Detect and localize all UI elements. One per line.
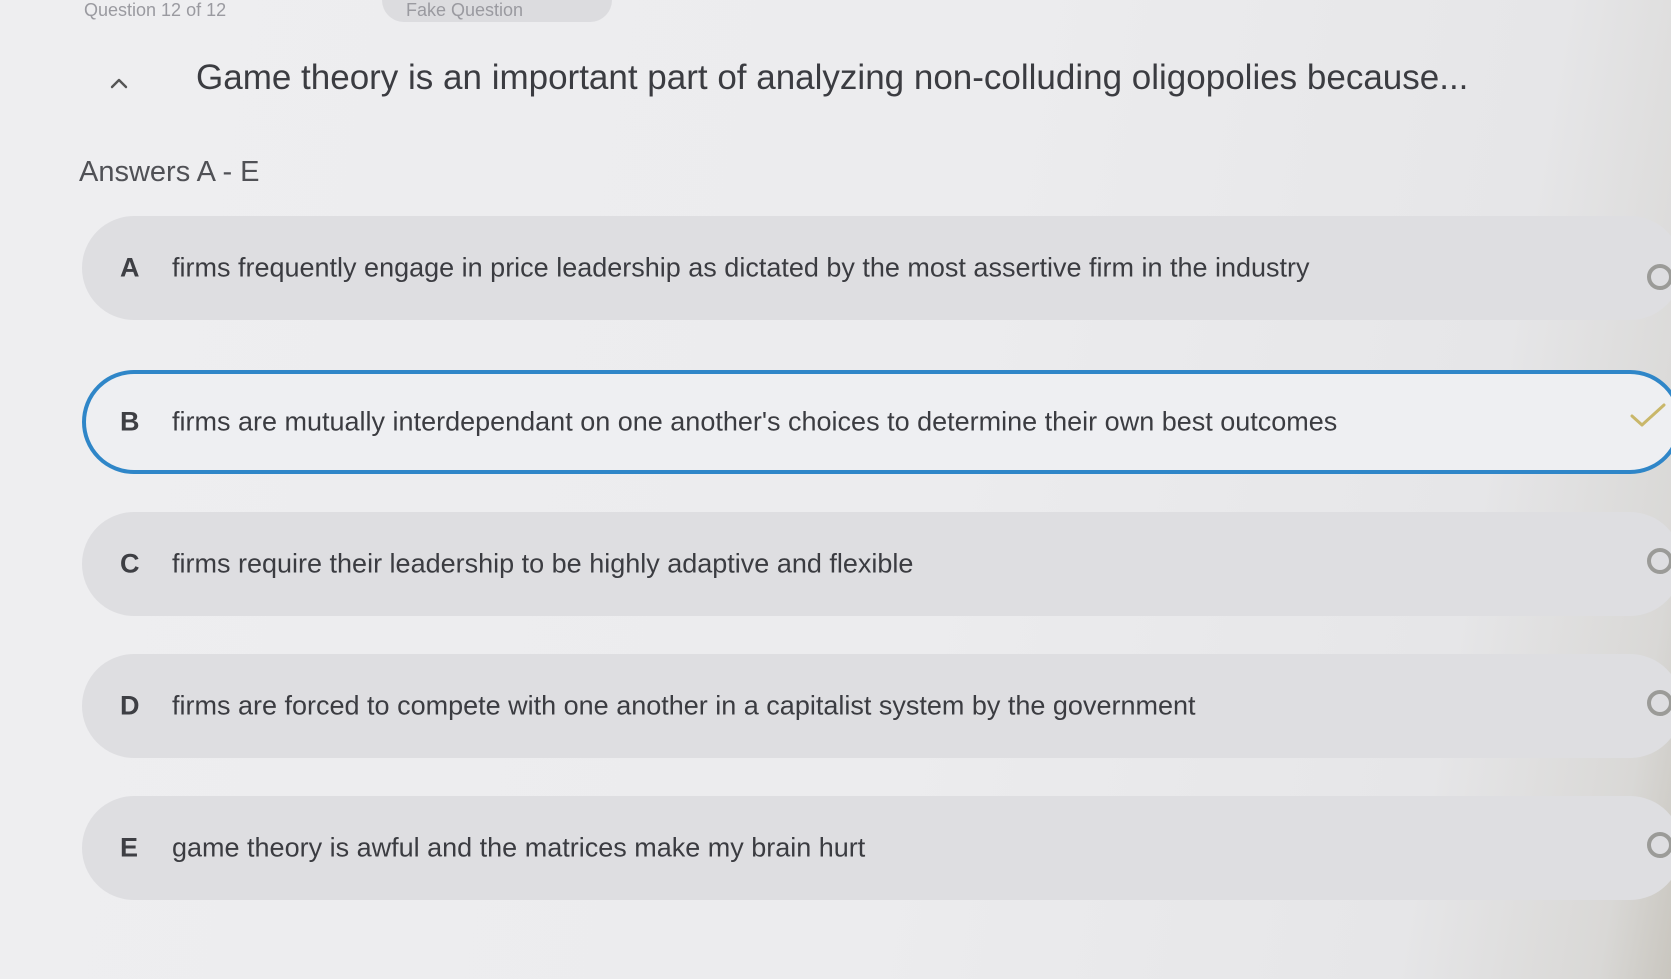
option-text: firms are mutually interdependant on one… xyxy=(172,406,1338,437)
radio-ring-icon[interactable] xyxy=(1645,830,1671,862)
option-letter: A xyxy=(120,252,140,283)
option-letter: E xyxy=(120,832,139,863)
collapse-question-button[interactable] xyxy=(104,68,134,98)
question-type-label: Fake Question xyxy=(406,0,524,20)
answers-label: Answers A - E xyxy=(79,156,260,188)
answer-option-b[interactable]: B firms are mutually interdependant on o… xyxy=(82,370,1671,474)
chevron-up-icon xyxy=(110,78,128,89)
radio-ring-icon[interactable] xyxy=(1645,546,1671,578)
answer-option-c[interactable]: C firms require their leadership to be h… xyxy=(82,512,1671,616)
answer-option-a[interactable]: A firms frequently engage in price leade… xyxy=(82,216,1671,320)
radio-ring-icon[interactable] xyxy=(1645,688,1671,720)
radio-ring-icon[interactable] xyxy=(1645,262,1671,294)
option-text: firms are forced to compete with one ano… xyxy=(172,690,1196,721)
answer-option-d[interactable]: D firms are forced to compete with one a… xyxy=(82,654,1671,758)
option-letter: B xyxy=(120,406,140,437)
answer-option-e[interactable]: E game theory is awful and the matrices … xyxy=(82,796,1671,900)
option-letter: D xyxy=(120,690,140,721)
quiz-screen: Question 12 of 12 Fake Question Game the… xyxy=(0,0,1671,979)
option-text: firms frequently engage in price leaders… xyxy=(172,252,1310,283)
question-type-tab[interactable]: Fake Question xyxy=(382,0,612,22)
option-text: firms require their leadership to be hig… xyxy=(172,548,914,579)
option-text: game theory is awful and the matrices ma… xyxy=(172,832,866,863)
option-letter: C xyxy=(120,548,140,579)
question-counter: Question 12 of 12 xyxy=(84,0,227,20)
question-text: Game theory is an important part of anal… xyxy=(196,58,1469,97)
question-counter-tab: Question 12 of 12 xyxy=(60,0,360,22)
check-icon xyxy=(1630,403,1666,427)
